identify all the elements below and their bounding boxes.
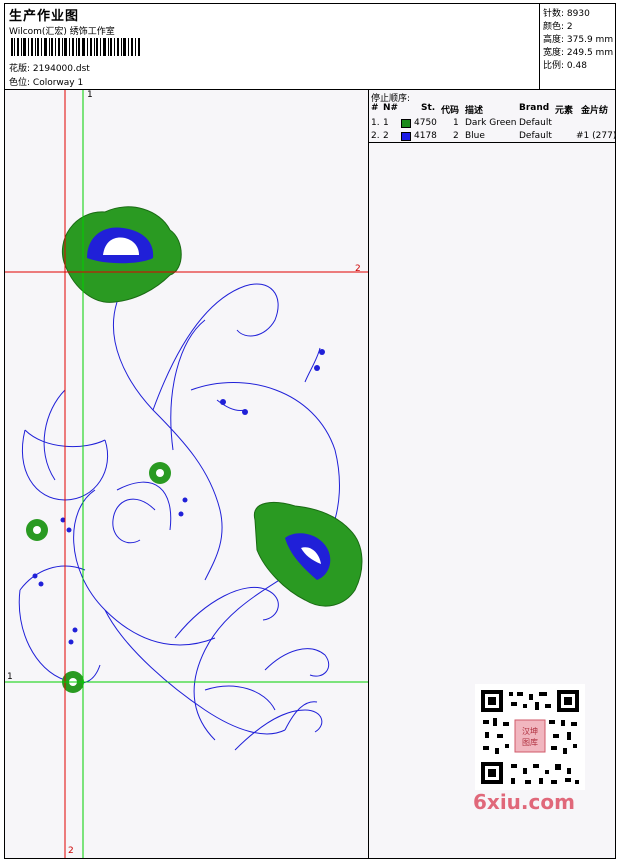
cell-index: 1.: [371, 118, 380, 128]
bud: [220, 399, 226, 405]
stat-label: 针数:: [543, 9, 565, 19]
stat-colors: 颜色: 2: [543, 19, 573, 32]
circle-left: [18, 589, 101, 684]
cell-stitches: 4750: [414, 118, 437, 128]
bud: [314, 365, 320, 371]
stat-value: 375.9 mm: [566, 35, 614, 45]
design-value: 2194000.dst: [32, 64, 90, 74]
svg-text:图库: 图库: [522, 737, 538, 747]
circle-left-top: [19, 565, 86, 591]
stat-value: 8930: [566, 9, 590, 19]
design-label: 花版:: [9, 64, 31, 74]
bud: [178, 511, 184, 517]
colorway-label: 色位:: [9, 78, 31, 88]
leaf-bottom: [204, 685, 276, 711]
swirl-left-low: [73, 489, 216, 646]
bud: [72, 627, 78, 633]
color-swatch: [401, 132, 411, 141]
col-index: #: [371, 103, 379, 113]
cell-description: Blue: [465, 131, 485, 141]
col-stitches: St.: [421, 103, 436, 113]
bud: [68, 639, 74, 645]
cell-brand: Default: [519, 118, 552, 128]
col-element: 元素: [555, 106, 574, 116]
stop-sequence-panel: 停止顺序: # N# St. 代码 描述 Brand 元素 金片纺 1. 1 4…: [369, 90, 617, 858]
cell-number: 2: [383, 131, 389, 141]
flower-small-left: [26, 519, 48, 541]
stat-value: 249.5 mm: [566, 48, 614, 58]
bud: [319, 349, 325, 355]
cell-stitches: 4178: [414, 131, 437, 141]
stat-value: 2: [566, 22, 573, 32]
stat-width: 宽度: 249.5 mm: [543, 45, 613, 58]
stat-stitches: 针数: 8930: [543, 6, 590, 19]
leaf-left-2: [43, 389, 66, 481]
curl-mid: [174, 586, 279, 639]
cell-element: #1 (277): [576, 131, 617, 141]
stat-label: 颜色:: [543, 22, 565, 32]
col-sequin: 金片纺: [581, 106, 609, 116]
stop-sequence-header: # N# St. 代码 描述 Brand 元素 金片纺: [369, 102, 615, 116]
cell-number: 1: [383, 118, 389, 128]
studio-name: Wilcom(汇宏) 绣饰工作室: [9, 27, 115, 37]
flower-top: [61, 206, 182, 303]
stat-label: 比例:: [543, 61, 565, 71]
curl-center: [112, 498, 156, 544]
design-file-line: 花版: 2194000.dst: [9, 61, 90, 74]
stem-main: [113, 301, 223, 581]
bud: [242, 409, 248, 415]
col-brand: Brand: [519, 103, 550, 113]
curl-bottom: [234, 709, 323, 751]
colorway-line: 色位: Colorway 1: [9, 75, 83, 88]
sprig-top-right: [304, 347, 321, 383]
guide-label-h-green: 1: [7, 672, 13, 682]
curl-low-right: [264, 648, 330, 677]
header: 生产作业图 Wilcom(汇宏) 绣饰工作室 花版: 2194000.dst 色…: [5, 4, 615, 90]
cell-code: 1: [453, 118, 459, 128]
col-code: 代码: [441, 106, 460, 116]
guide-label-h-red: 2: [355, 264, 361, 274]
bud: [32, 573, 38, 579]
colorway-value: Colorway 1: [32, 78, 84, 88]
col-number: N#: [383, 103, 399, 113]
color-swatch: [401, 119, 411, 128]
swirl-top: [152, 283, 279, 411]
stat-label: 高度:: [543, 35, 565, 45]
svg-text:汉坤: 汉坤: [522, 726, 538, 736]
embroidery-design-area: 1 2 1 2: [5, 90, 369, 858]
qr-code: 汉坤 图库: [475, 684, 585, 790]
cell-brand: Default: [519, 131, 552, 141]
bud: [66, 527, 72, 533]
flower-right: [253, 502, 363, 607]
divider: [369, 142, 615, 143]
stat-scale: 比例: 0.48: [543, 58, 587, 71]
flower-small-center: [149, 462, 171, 484]
bud: [182, 497, 188, 503]
production-sheet: 生产作业图 Wilcom(汇宏) 绣饰工作室 花版: 2194000.dst 色…: [4, 3, 616, 859]
bud: [38, 581, 44, 587]
curl-center-2: [116, 481, 172, 531]
stat-label: 宽度:: [543, 48, 565, 58]
guide-label-v-green: 1: [87, 90, 93, 100]
stat-value: 0.48: [566, 61, 587, 71]
table-row: 1. 1 4750 1 Dark Green Default: [369, 117, 615, 130]
cell-code: 2: [453, 131, 459, 141]
stat-height: 高度: 375.9 mm: [543, 32, 613, 45]
col-description: 描述: [465, 106, 484, 116]
guide-label-v-red: 2: [68, 846, 74, 856]
embroidery-design-svg: [5, 90, 368, 858]
cell-description: Dark Green: [465, 118, 517, 128]
curl-tail: [284, 701, 318, 731]
swirl-bottom: [104, 609, 286, 735]
stem-right-down: [193, 569, 296, 741]
watermark: 6xiu.com: [473, 790, 575, 814]
barcode: [11, 38, 140, 56]
cell-index: 2.: [371, 131, 380, 141]
stem-inner: [170, 319, 206, 451]
stats-box: 针数: 8930 颜色: 2 高度: 375.9 mm 宽度: 249.5 mm…: [539, 4, 616, 89]
page-title: 生产作业图: [9, 9, 80, 24]
